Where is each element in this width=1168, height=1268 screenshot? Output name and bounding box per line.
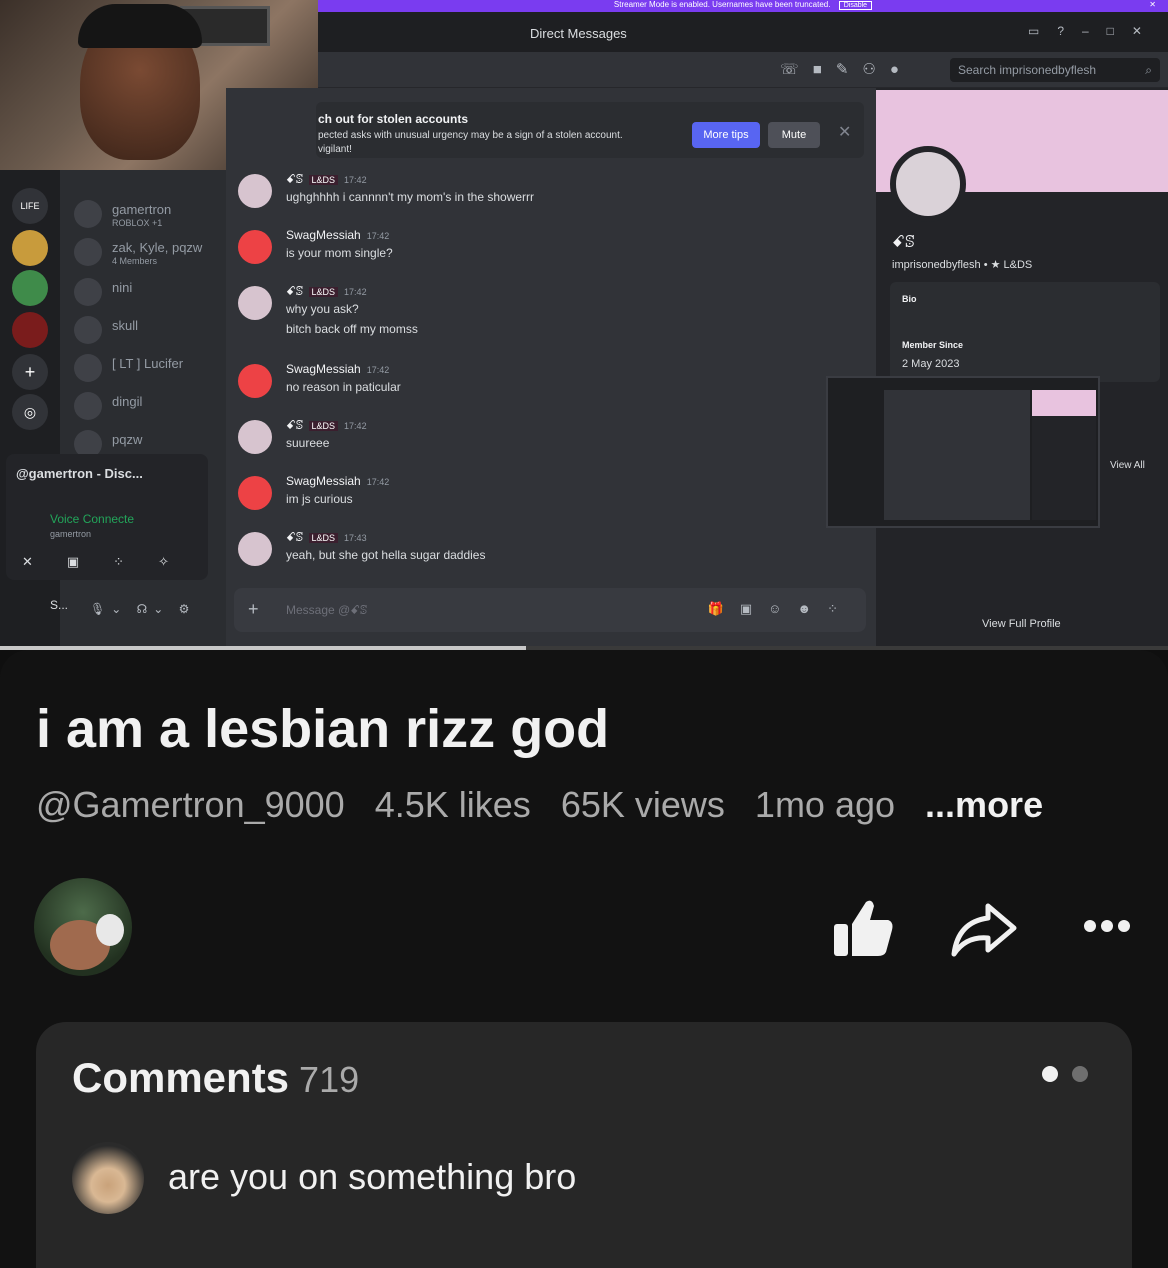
- bandana: [78, 4, 202, 48]
- message-input[interactable]: + Message @ꗃꕷ 🎁▣☺☻⁘: [234, 588, 866, 632]
- voice-panel: @gamertron - Disc... Voice Connecte game…: [6, 454, 208, 580]
- avatar: [238, 230, 272, 264]
- message: ꗃꕷ L&DS 17:42 ughghhhh i cannnn't my mom'…: [234, 172, 834, 222]
- stolen-account-notice: ch out for stolen accounts pected asks w…: [316, 102, 864, 158]
- nested-banner: [1032, 390, 1096, 416]
- more-icon: [1084, 920, 1130, 932]
- avatar: [238, 532, 272, 566]
- view-all-link[interactable]: View All: [1110, 460, 1145, 471]
- channel-handle[interactable]: @Gamertron_9000: [36, 784, 345, 825]
- comments-section[interactable]: Comments 719 are you on something bro: [36, 1022, 1132, 1268]
- pager-dot-active: [1042, 1066, 1058, 1082]
- mute-button[interactable]: Mute: [768, 122, 820, 148]
- list-item[interactable]: nini: [74, 276, 224, 310]
- avatar: [238, 420, 272, 454]
- profile-card: Bio Member Since 2 May 2023: [890, 282, 1160, 382]
- more-link[interactable]: ...more: [925, 784, 1043, 825]
- top-comment-text: are you on something bro: [168, 1156, 577, 1197]
- avatar: [74, 354, 102, 382]
- user-controls[interactable]: 🎙⌄ ☊⌄ ⚙: [90, 602, 195, 616]
- profile-handle: imprisonedbyflesh • ★ L&DS: [892, 259, 1033, 271]
- share-icon: [951, 903, 1017, 957]
- list-item[interactable]: [ LT ] Lucifer: [74, 352, 224, 386]
- avatar: [74, 200, 102, 228]
- message-placeholder: Message @ꗃꕷ: [286, 603, 368, 617]
- composer-icons[interactable]: 🎁▣☺☻⁘: [708, 601, 854, 617]
- discover-icon[interactable]: ◎: [12, 394, 48, 430]
- message: SwagMessiah 17:42 is your mom single?: [234, 228, 834, 278]
- message: SwagMessiah 17:42 im js curious: [234, 474, 834, 524]
- pager-dot: [1072, 1066, 1088, 1082]
- user-name: S...: [50, 598, 69, 612]
- like-button[interactable]: [822, 888, 902, 968]
- avatar: [238, 364, 272, 398]
- avatar: [74, 316, 102, 344]
- toolbar-icons[interactable]: ☏■✎⚇●: [780, 60, 913, 78]
- video-info-panel: i am a lesbian rizz god @Gamertron_9000 …: [0, 650, 1168, 1268]
- video-title: i am a lesbian rizz god: [36, 699, 610, 759]
- add-server-icon[interactable]: +: [12, 354, 48, 390]
- thumbs-up-icon: [834, 900, 893, 956]
- upload-age: 1mo ago: [754, 784, 896, 825]
- window-controls[interactable]: ▭?–□✕: [1028, 24, 1160, 38]
- message: SwagMessiah 17:42 no reason in paticular: [234, 362, 834, 412]
- view-full-profile-link[interactable]: View Full Profile: [982, 618, 1061, 630]
- plus-icon[interactable]: +: [248, 599, 259, 620]
- voice-status: Voice Connecte: [50, 512, 135, 526]
- message: ꗃꕷ L&DS 17:43 yeah, but she got hella sug…: [234, 530, 834, 580]
- view-count: 65K views: [560, 784, 725, 825]
- comments-count: 719: [299, 1059, 360, 1100]
- profile-display-name: ꗃꕷ: [892, 234, 915, 251]
- more-tips-button[interactable]: More tips: [692, 122, 760, 148]
- profile-avatar[interactable]: [890, 146, 966, 222]
- server-icon[interactable]: [12, 312, 48, 348]
- chat-area: ch out for stolen accounts pected asks w…: [226, 88, 876, 646]
- list-item[interactable]: gamertron ROBLOX +1: [74, 198, 224, 232]
- avatar: [74, 392, 102, 420]
- list-item[interactable]: skull: [74, 314, 224, 348]
- profile-panel: ꗃꕷ imprisonedbyflesh • ★ L&DS Bio Member…: [876, 88, 1168, 646]
- avatar: [238, 476, 272, 510]
- avatar: [238, 286, 272, 320]
- voice-sub: gamertron: [50, 529, 92, 539]
- avatar: [74, 278, 102, 306]
- window-title: Direct Messages: [530, 26, 627, 41]
- message: ꗃꕷ L&DS 17:42 suureee: [234, 418, 834, 468]
- avatar: [74, 238, 102, 266]
- more-options-button[interactable]: [1068, 888, 1148, 968]
- message: ꗃꕷ L&DS 17:42 why you ask? bitch back off…: [234, 284, 834, 336]
- close-icon[interactable]: ✕: [1149, 0, 1156, 10]
- share-button[interactable]: [944, 888, 1024, 968]
- window-titlebar: Direct Messages ▭?–□✕: [318, 12, 1168, 52]
- comments-pager: [1042, 1066, 1102, 1087]
- nested-chat: [884, 390, 1030, 520]
- avatar: [238, 174, 272, 208]
- server-icon[interactable]: [12, 230, 48, 266]
- dm-toolbar: ☏■✎⚇● Search imprisonedbyflesh ⌕: [318, 52, 1168, 88]
- disable-streamer-button[interactable]: Disable: [838, 1, 873, 10]
- close-icon[interactable]: ✕: [838, 122, 851, 142]
- user-panel: S... 🎙⌄ ☊⌄ ⚙: [6, 592, 208, 632]
- search-icon: ⌕: [1145, 63, 1152, 77]
- search-placeholder: Search imprisonedbyflesh: [958, 63, 1097, 77]
- comments-label: Comments: [72, 1054, 290, 1101]
- channel-avatar[interactable]: [34, 878, 132, 976]
- list-item[interactable]: zak, Kyle, pqzw 4 Members: [74, 236, 224, 270]
- server-life[interactable]: LIFE: [12, 188, 48, 224]
- video-meta: @Gamertron_9000 4.5K likes 65K views 1mo…: [36, 784, 1063, 826]
- like-count: 4.5K likes: [374, 784, 531, 825]
- server-icon[interactable]: [12, 270, 48, 306]
- commenter-avatar[interactable]: [72, 1142, 144, 1214]
- search-input[interactable]: Search imprisonedbyflesh ⌕: [950, 58, 1160, 82]
- nested-screenshot: [826, 376, 1100, 528]
- current-call-label: @gamertron - Disc...: [16, 466, 143, 481]
- voice-controls[interactable]: ✕▣⁘✧: [22, 554, 203, 570]
- video-player[interactable]: Streamer Mode is enabled. Usernames have…: [0, 0, 1168, 646]
- streamer-mode-banner: Streamer Mode is enabled. Usernames have…: [318, 0, 1168, 12]
- comments-header: Comments 719: [72, 1054, 359, 1102]
- streamer-notice: Streamer Mode is enabled. Usernames have…: [613, 0, 831, 9]
- list-item[interactable]: dingil: [74, 390, 224, 424]
